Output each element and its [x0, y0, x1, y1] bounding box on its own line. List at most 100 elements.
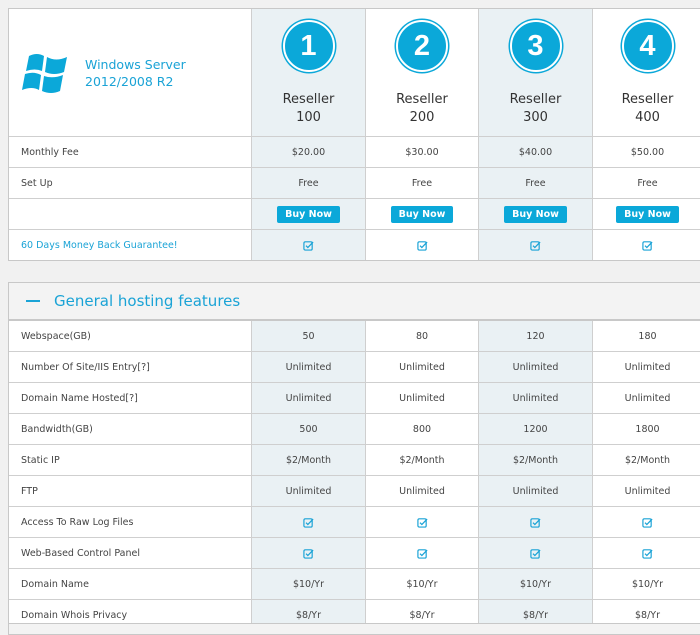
feature-row: Domain Name Hosted[?] Unlimited Unlimited U…: [9, 383, 700, 414]
feature-row: Web-Based Control Panel: [9, 538, 700, 569]
feature-row: Domain Name $10/Yr $10/Yr $10/Yr $10/Yr: [9, 569, 700, 600]
plan-title: Reseller 200: [396, 92, 448, 125]
checkbox-check-icon: [530, 548, 541, 559]
plan-title: Reseller 300: [509, 92, 562, 125]
buy-cell: Buy Now: [478, 199, 592, 229]
row-label: Set Up: [21, 177, 53, 189]
check-cell: [251, 230, 365, 260]
feature-row: Static IP $2/Month $2/Month $2/Month $2/Mont…: [9, 445, 700, 476]
feature-value: 50: [251, 321, 365, 351]
plan-title: Reseller 100: [282, 92, 335, 125]
feature-value: 800: [365, 414, 478, 444]
checkbox-check-icon: [642, 517, 653, 528]
monthly-fee-row: Monthly Fee $20.00 $30.00 $40.00 $50.00: [9, 137, 700, 168]
checkbox-check-icon: [416, 240, 428, 251]
check-cell: [365, 507, 478, 537]
feature-value: Unlimited: [251, 352, 365, 382]
plan-header-4: 4 Reseller 400: [592, 9, 700, 136]
feature-value: Unlimited: [251, 476, 365, 506]
feature-value: $10/Yr: [251, 569, 365, 599]
feature-value: $2/Month: [365, 445, 478, 475]
product-name-line2: 2012/2008 R2: [85, 73, 174, 89]
feature-value: $2/Month: [592, 445, 700, 475]
buy-cell: Buy Now: [592, 199, 700, 229]
buy-now-button-2[interactable]: Buy Now: [390, 205, 454, 223]
feature-value: Unlimited: [251, 383, 365, 413]
product-name: Windows Server 2012/2008 R2: [85, 56, 186, 90]
feature-row: FTP Unlimited Unlimited Unlimited Unlimited: [9, 476, 700, 507]
plan-number-badge: 3: [509, 20, 562, 72]
check-cell: [478, 538, 592, 568]
buy-cell: Buy Now: [365, 199, 478, 229]
monthly-fee-value: $50.00: [592, 137, 700, 167]
check-cell: [478, 230, 592, 260]
feature-value: Unlimited: [365, 476, 478, 506]
feature-value: 80: [365, 321, 478, 351]
check-cell: [251, 538, 365, 568]
feature-value: 180: [592, 321, 700, 351]
next-section-header[interactable]: [8, 623, 700, 635]
section-title: General hosting features: [54, 292, 241, 310]
setup-value: Free: [592, 168, 700, 198]
feature-label: Domain Name: [21, 578, 89, 590]
check-cell: [592, 538, 700, 568]
feature-label: Number Of Site/IIS Entry[?]: [21, 361, 150, 373]
feature-label: Domain Name Hosted[?]: [21, 392, 138, 404]
windows-logo-icon: [22, 53, 67, 93]
setup-value: Free: [478, 168, 592, 198]
buy-now-button-1[interactable]: Buy Now: [277, 205, 340, 223]
check-cell: [251, 507, 365, 537]
feature-value: Unlimited: [592, 476, 700, 506]
checkbox-check-icon: [303, 517, 314, 528]
feature-value: Unlimited: [478, 476, 592, 506]
plan-number-badge: 2: [396, 20, 448, 72]
features-table: Webspace(GB) 50 80 120 180 Number Of Site/IIS…: [8, 320, 700, 631]
feature-label: Bandwidth(GB): [21, 423, 93, 435]
check-cell: [478, 507, 592, 537]
monthly-fee-value: $20.00: [251, 137, 365, 167]
feature-value: 1800: [592, 414, 700, 444]
feature-value: Unlimited: [365, 352, 478, 382]
monthly-fee-value: $30.00: [365, 137, 478, 167]
product-cell: Windows Server 2012/2008 R2: [9, 9, 251, 136]
guarantee-row: 60 Days Money Back Guarantee!: [9, 230, 700, 260]
feature-value: $10/Yr: [478, 569, 592, 599]
feature-label: Webspace(GB): [21, 330, 91, 342]
product-name-line1: Windows Server: [85, 56, 186, 72]
checkbox-check-icon: [642, 240, 653, 251]
monthly-fee-value: $40.00: [478, 137, 592, 167]
plan-number-badge: 1: [282, 20, 335, 72]
feature-value: 120: [478, 321, 592, 351]
feature-value: Unlimited: [592, 383, 700, 413]
buy-now-button-3[interactable]: Buy Now: [504, 205, 567, 223]
feature-value: $2/Month: [478, 445, 592, 475]
section-header-general-hosting[interactable]: General hosting features: [8, 282, 700, 320]
buy-now-button-4[interactable]: Buy Now: [616, 205, 679, 223]
checkbox-check-icon: [530, 517, 541, 528]
plan-header-2: 2 Reseller 200: [365, 9, 478, 136]
empty-label: [9, 199, 251, 229]
feature-label: Access To Raw Log Files: [21, 516, 134, 528]
feature-label: FTP: [21, 485, 38, 497]
collapse-icon[interactable]: [26, 300, 40, 302]
plan-header-3: 3 Reseller 300: [478, 9, 592, 136]
checkbox-check-icon: [416, 548, 428, 559]
feature-value: Unlimited: [478, 352, 592, 382]
feature-value: 500: [251, 414, 365, 444]
setup-row: Set Up Free Free Free Free: [9, 168, 700, 199]
buy-cell: Buy Now: [251, 199, 365, 229]
plan-header-1: 1 Reseller 100: [251, 9, 365, 136]
feature-value: $2/Month: [251, 445, 365, 475]
check-cell: [592, 230, 700, 260]
pricing-table: Windows Server 2012/2008 R2 1 Reseller 10…: [8, 8, 700, 261]
feature-value: $10/Yr: [365, 569, 478, 599]
setup-value: Free: [365, 168, 478, 198]
check-cell: [365, 538, 478, 568]
feature-row: Bandwidth(GB) 500 800 1200 1800: [9, 414, 700, 445]
checkbox-check-icon: [303, 548, 314, 559]
feature-value: 1200: [478, 414, 592, 444]
plan-title: Reseller 400: [621, 92, 674, 125]
feature-value: Unlimited: [365, 383, 478, 413]
checkbox-check-icon: [303, 240, 314, 251]
guarantee-link[interactable]: 60 Days Money Back Guarantee!: [9, 230, 251, 260]
